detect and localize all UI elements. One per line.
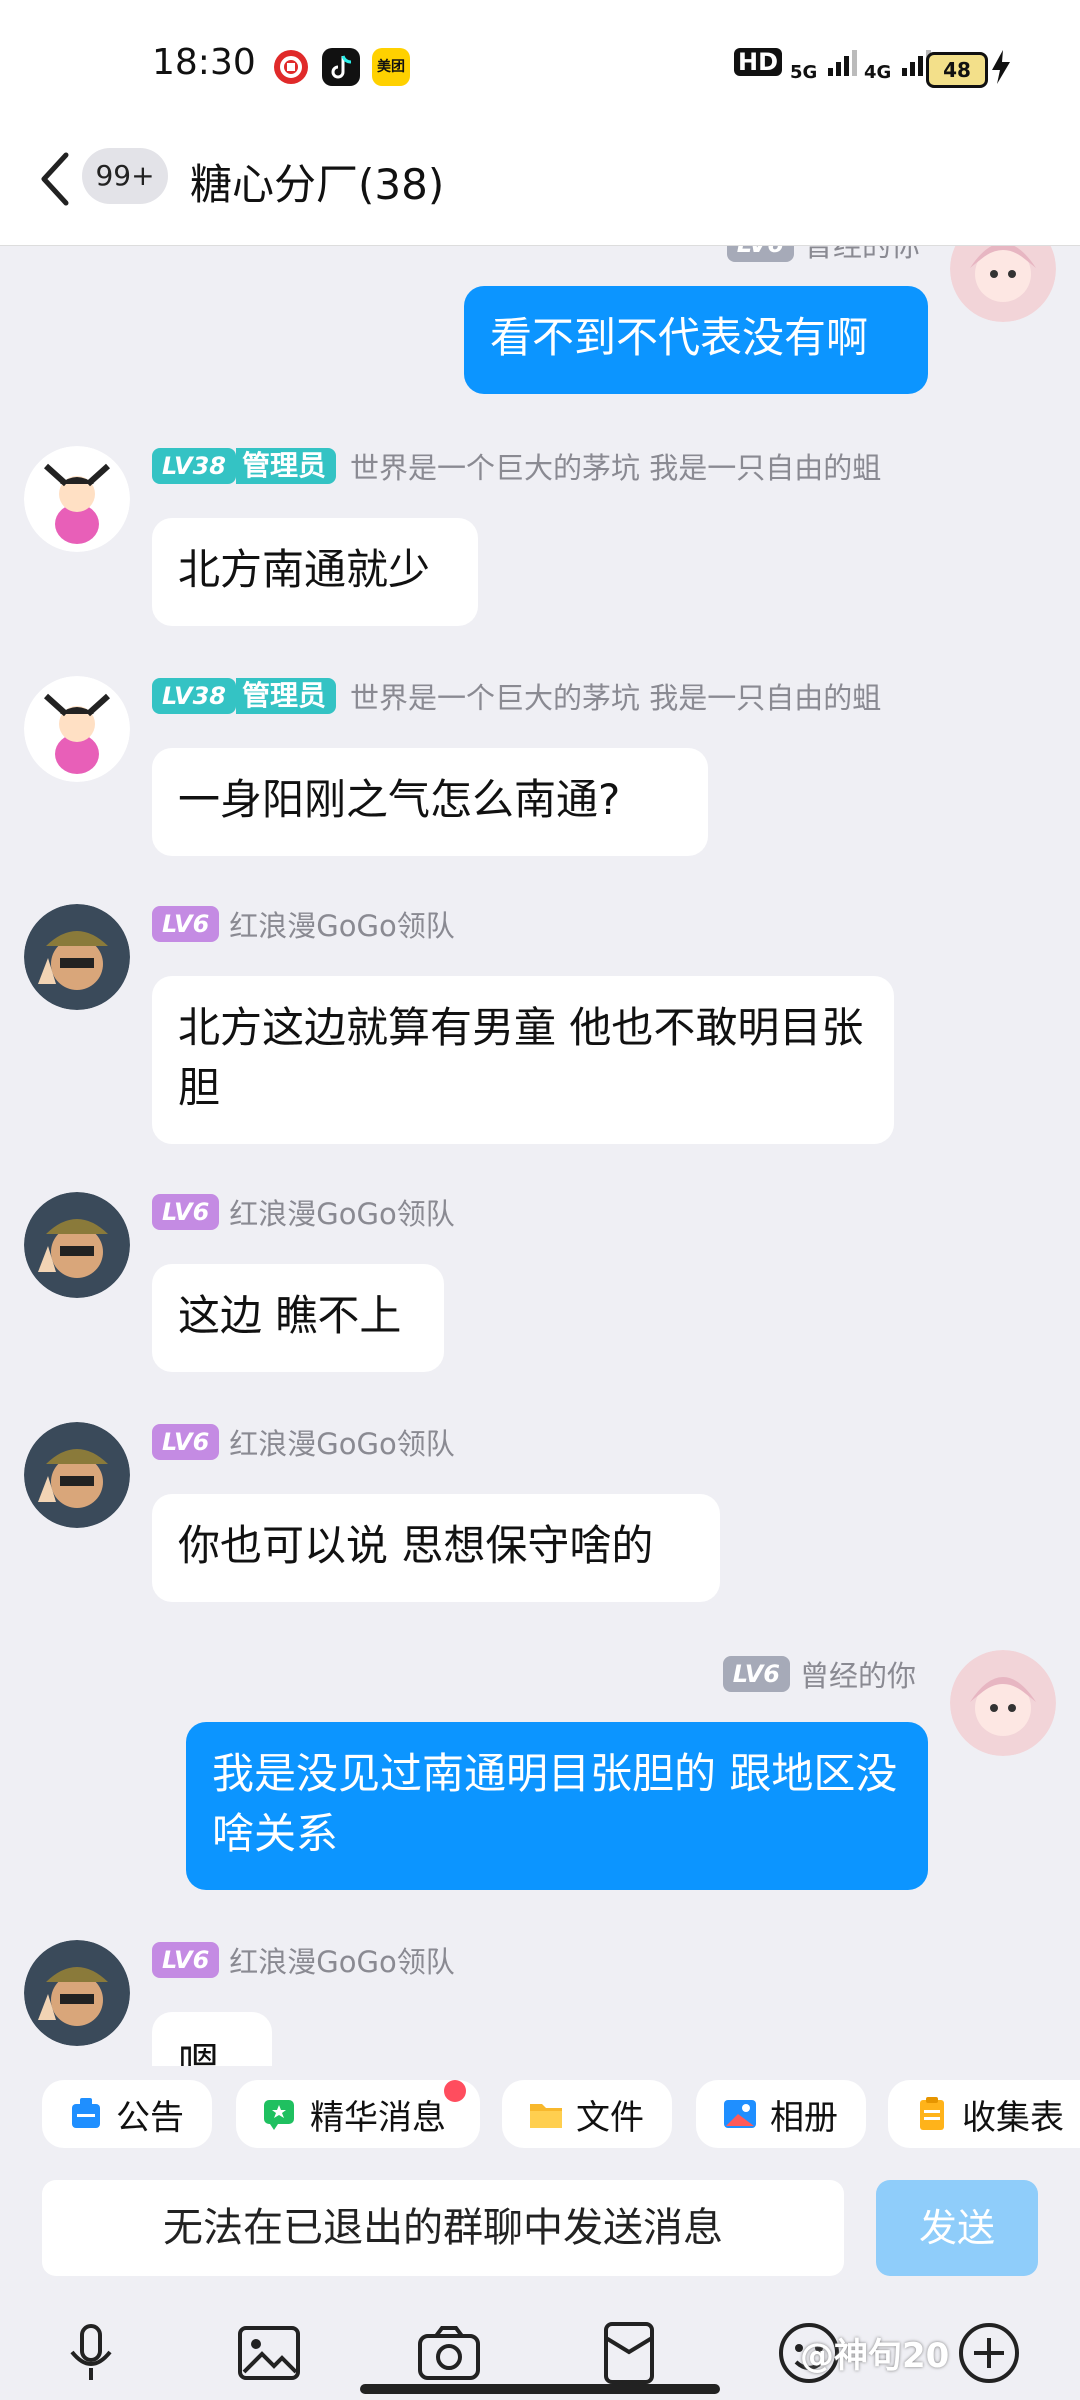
message-bubble[interactable]: 你也可以说 思想保守啥的	[152, 1494, 720, 1602]
sender-name: 曾经的你	[803, 246, 920, 263]
message-list[interactable]: LV6 曾经的你 看不到不代表没有啊 LV38 管理员 世界是一个巨大的茅坑 我…	[0, 246, 1080, 2066]
message-sender-meta: LV6 红浪漫GoGo领队	[152, 1190, 455, 1234]
level-badge: LV6	[152, 1194, 220, 1230]
send-button[interactable]: 发送	[876, 2180, 1038, 2276]
voice-icon[interactable]	[56, 2318, 126, 2388]
sender-name: 红浪漫GoGo领队	[229, 1197, 455, 1231]
level-badge: LV38	[152, 678, 236, 714]
album-label: 相册	[770, 2097, 838, 2138]
message-sender-meta: LV6 曾经的你	[726, 246, 920, 266]
image-icon[interactable]	[234, 2318, 304, 2388]
tiktok-app-icon	[322, 48, 360, 86]
admin-role-badge: 管理员	[235, 448, 336, 484]
message-sender-meta: LV38 管理员 世界是一个巨大的茅坑 我是一只自由的蛆	[152, 444, 881, 488]
message-sender-meta: LV6 红浪漫GoGo领队	[152, 1938, 455, 1982]
album-button[interactable]: 相册	[696, 2080, 866, 2148]
sender-name: 世界是一个巨大的茅坑 我是一只自由的蛆	[349, 681, 882, 715]
message-bubble[interactable]: 看不到不代表没有啊	[464, 286, 928, 394]
input-bar: 无法在已退出的群聊中发送消息 发送	[0, 2166, 1080, 2296]
watermark: @神句20	[800, 2336, 950, 2376]
files-label: 文件	[576, 2097, 644, 2138]
camera-icon[interactable]	[414, 2318, 484, 2388]
message-bubble[interactable]: 嗯	[152, 2012, 272, 2066]
plus-icon[interactable]	[954, 2318, 1024, 2388]
avatar[interactable]	[24, 1940, 130, 2046]
files-button[interactable]: 文件	[502, 2080, 672, 2148]
message-bubble[interactable]: 北方南通就少	[152, 518, 478, 626]
group-title[interactable]: 糖心分厂(38)	[190, 151, 444, 212]
level-badge: LV6	[152, 1942, 220, 1978]
charging-icon	[992, 50, 1010, 84]
folder-icon	[530, 2104, 562, 2128]
sender-name: 曾经的你	[799, 1659, 916, 1693]
sender-name: 红浪漫GoGo领队	[229, 1945, 455, 1979]
announcement-label: 公告	[116, 2097, 184, 2138]
announcement-icon	[72, 2098, 100, 2128]
hd-icon: HD	[734, 48, 783, 76]
avatar[interactable]	[24, 446, 130, 552]
sender-name: 世界是一个巨大的茅坑 我是一只自由的蛆	[349, 451, 882, 485]
highlights-icon	[264, 2100, 294, 2130]
disabled-message-input: 无法在已退出的群聊中发送消息	[42, 2180, 844, 2276]
message-bubble[interactable]: 我是没见过南通明目张胆的 跟地区没啥关系	[186, 1722, 928, 1890]
red-packet-icon[interactable]	[594, 2318, 664, 2388]
message-bubble[interactable]: 一身阳刚之气怎么南通?	[152, 748, 708, 856]
forms-label: 收集表	[962, 2097, 1064, 2138]
chat-header: 99+ 糖心分厂(38)	[0, 135, 1080, 246]
level-badge: LV6	[152, 906, 220, 942]
status-time: 18:30	[152, 42, 256, 83]
message-sender-meta: LV6 红浪漫GoGo领队	[152, 902, 455, 946]
avatar[interactable]	[24, 1192, 130, 1298]
meituan-app-icon: 美团	[372, 48, 410, 86]
back-arrow-icon[interactable]	[36, 149, 76, 209]
avatar[interactable]	[950, 1650, 1056, 1756]
announcement-button[interactable]: 公告	[42, 2080, 212, 2148]
message-bubble[interactable]: 北方这边就算有男童 他也不敢明目张胆	[152, 976, 894, 1144]
group-tools-bar: 公告 精华消息 文件 相册 收集表	[0, 2066, 1080, 2166]
album-icon	[724, 2100, 756, 2128]
message-sender-meta: LV6 曾经的你	[722, 1652, 916, 1696]
message-sender-meta: LV6 红浪漫GoGo领队	[152, 1420, 455, 1464]
level-badge: LV6	[152, 1424, 220, 1460]
avatar[interactable]	[24, 904, 130, 1010]
forms-button[interactable]: 收集表	[888, 2080, 1080, 2148]
signal-4g-icon: 4G	[864, 48, 932, 84]
battery-level: 48	[943, 58, 971, 82]
admin-role-badge: 管理员	[235, 678, 336, 714]
sender-name: 红浪漫GoGo领队	[229, 1427, 455, 1461]
level-badge: LV38	[152, 448, 236, 484]
signal-5g-icon: 5G	[790, 48, 862, 84]
status-bar: 18:30 美团 HD 5G 4G 48	[0, 0, 1080, 135]
hd-label: HD	[734, 48, 783, 76]
level-badge: LV6	[722, 1656, 790, 1692]
sender-name: 红浪漫GoGo领队	[229, 909, 455, 943]
message-bubble[interactable]: 这边 瞧不上	[152, 1264, 444, 1372]
message-sender-meta: LV38 管理员 世界是一个巨大的茅坑 我是一只自由的蛆	[152, 674, 881, 718]
avatar[interactable]	[24, 676, 130, 782]
highlights-label: 精华消息	[310, 2097, 446, 2138]
home-indicator[interactable]	[360, 2384, 720, 2394]
new-highlight-dot	[444, 2080, 466, 2102]
avatar[interactable]	[24, 1422, 130, 1528]
bank-app-icon	[272, 48, 310, 86]
network2-label: 4G	[864, 62, 892, 83]
clipboard-icon	[920, 2097, 944, 2130]
avatar[interactable]	[950, 246, 1056, 322]
battery-icon: 48	[926, 52, 988, 88]
unread-count-badge[interactable]: 99+	[82, 148, 168, 204]
level-badge: LV6	[726, 246, 794, 262]
network1-label: 5G	[790, 62, 818, 83]
